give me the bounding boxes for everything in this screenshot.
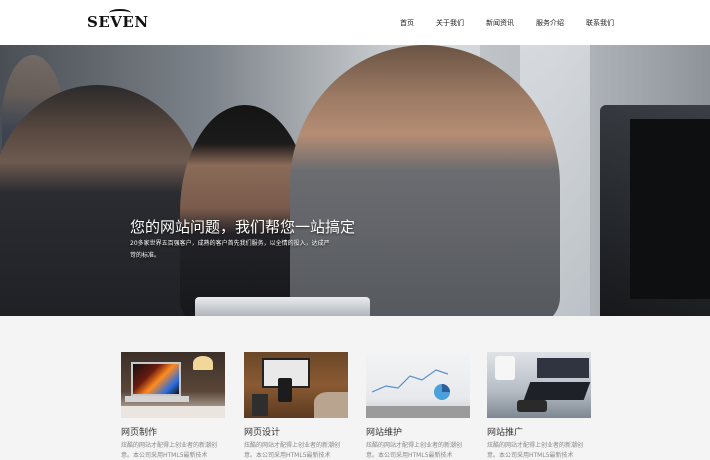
site-header: SEVEN 首页 关于我们 新闻资讯 服务介绍 联系我们: [0, 0, 710, 45]
phone-on-desk-graphic: [517, 400, 547, 412]
hero-laptop: [195, 297, 370, 316]
logo-swoosh: [109, 9, 131, 17]
monitor-graphic: [537, 358, 589, 378]
service-title: 网站维护: [366, 428, 403, 438]
laptop-screen-graphic: [131, 362, 181, 396]
analytics-chart-graphic: [366, 369, 470, 418]
service-thumb-workspace: [487, 352, 591, 418]
service-desc: 炫酷的网站才配得上创业者的新潮创意。本公司采用HTML5最新技术: [244, 442, 341, 459]
notebook-graphic: [252, 394, 268, 416]
nav-item-news[interactable]: 新闻资讯: [486, 18, 514, 28]
service-card-web-maintenance[interactable]: 网站维护 炫酷的网站才配得上创业者的新潮创意。本公司采用HTML5最新技术: [366, 352, 470, 460]
service-card-web-promotion[interactable]: 网站推广 炫酷的网站才配得上创业者的新潮创意。本公司采用HTML5最新技术: [487, 352, 591, 460]
service-card-web-design[interactable]: 网页设计 炫酷的网站才配得上创业者的新潮创意。本公司采用HTML5最新技术: [244, 352, 348, 460]
service-title: 网站推广: [487, 428, 524, 438]
service-thumb-laptop-lights: [121, 352, 225, 418]
service-desc: 炫酷的网站才配得上创业者的新潮创意。本公司采用HTML5最新技术: [121, 442, 218, 459]
lamp-graphic: [193, 356, 213, 370]
main-nav: 首页 关于我们 新闻资讯 服务介绍 联系我们: [400, 18, 614, 28]
service-title: 网页设计: [244, 428, 281, 438]
hero-monitor-screen: [630, 119, 710, 299]
hero-banner: 您的网站问题，我们帮您一站搞定 20多家世界五百强客户，成熟的客户首先我们服务，…: [0, 45, 710, 316]
hero-person-right: [290, 45, 560, 316]
nav-item-contact[interactable]: 联系我们: [586, 18, 614, 28]
service-thumb-analytics: [366, 352, 470, 418]
service-desc: 炫酷的网站才配得上创业者的新潮创意。本公司采用HTML5最新技术: [487, 442, 584, 459]
service-title: 网页制作: [121, 428, 158, 438]
hero-title: 您的网站问题，我们帮您一站搞定: [130, 218, 356, 236]
service-card-web-making[interactable]: 网页制作 炫酷的网站才配得上创业者的新潮创意。本公司采用HTML5最新技术: [121, 352, 225, 460]
desk-graphic: [121, 406, 225, 418]
hero-person-left: [0, 85, 205, 316]
site-logo[interactable]: SEVEN: [87, 9, 149, 31]
keyboard-graphic: [523, 382, 591, 400]
service-thumb-desk-phone: [244, 352, 348, 418]
services-section: 网页制作 炫酷的网站才配得上创业者的新潮创意。本公司采用HTML5最新技术 网页…: [0, 316, 710, 460]
laptop-base-graphic: [125, 396, 189, 402]
hand-graphic: [314, 392, 348, 418]
service-desc: 炫酷的网站才配得上创业者的新潮创意。本公司采用HTML5最新技术: [366, 442, 463, 459]
hero-subtitle: 20多家世界五百强客户，成熟的客户首先我们服务，以全情的投入，达成严苛的标准。: [130, 240, 330, 259]
nav-item-about[interactable]: 关于我们: [436, 18, 464, 28]
nav-item-home[interactable]: 首页: [400, 18, 414, 28]
nav-item-services[interactable]: 服务介绍: [536, 18, 564, 28]
cup-graphic: [495, 356, 515, 380]
phone-graphic: [278, 378, 292, 402]
